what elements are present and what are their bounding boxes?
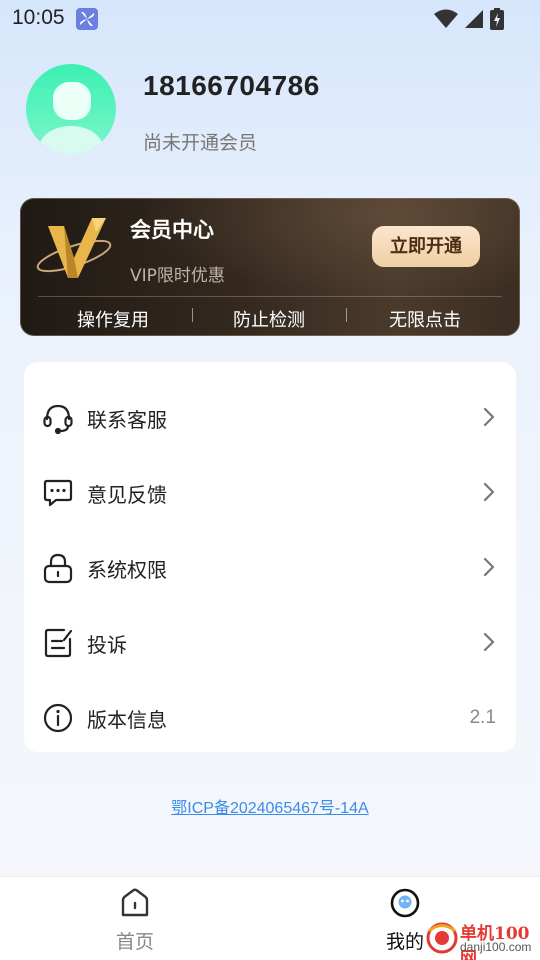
vip-feature-anti-detect: 防止检测: [233, 310, 305, 331]
menu-item-label: 联系客服: [87, 408, 167, 432]
version-number: 2.1: [469, 707, 496, 728]
signal-icon: [464, 9, 484, 33]
activate-vip-button[interactable]: 立即开通: [372, 226, 480, 267]
icp-license-link[interactable]: 鄂ICP备2024065467号-14A: [0, 794, 540, 818]
menu-item-version-info[interactable]: 版本信息 2.1: [24, 680, 516, 755]
home-icon: [119, 887, 151, 919]
menu-item-feedback[interactable]: 意见反馈: [24, 455, 516, 530]
member-status: 尚未开通会员: [143, 132, 258, 154]
watermark-site-url: danji100.com: [460, 940, 532, 954]
tab-home[interactable]: 首页: [75, 887, 195, 954]
battery-icon: [490, 8, 504, 34]
vip-feature-unlimited-click: 无限点击: [389, 310, 461, 331]
menu-item-label: 投诉: [87, 633, 127, 657]
menu-item-label: 意见反馈: [87, 483, 167, 507]
chevron-right-icon: [482, 406, 496, 428]
headset-icon: [42, 402, 74, 435]
menu-card: 联系客服 意见反馈 系统权限 投诉 版本信息 2.1: [24, 362, 516, 752]
watermark-logo-icon: [426, 922, 458, 954]
menu-item-system-permissions[interactable]: 系统权限: [24, 530, 516, 605]
profile-icon: [389, 887, 421, 919]
wifi-icon: [434, 9, 458, 33]
menu-item-label: 版本信息: [87, 708, 167, 732]
tab-label: 首页: [115, 931, 154, 953]
app-fan-icon: [76, 8, 98, 30]
vip-feature-separator: [346, 308, 347, 322]
chevron-right-icon: [482, 481, 496, 503]
menu-item-contact-support[interactable]: 联系客服: [24, 380, 516, 455]
edit-note-icon: [42, 627, 74, 659]
menu-item-complaint[interactable]: 投诉: [24, 605, 516, 680]
status-bar: 10:05: [0, 0, 540, 36]
menu-item-label: 系统权限: [87, 558, 167, 582]
chevron-right-icon: [482, 631, 496, 653]
vip-subtitle: VIP限时优惠: [130, 266, 225, 286]
vip-feature-separator: [192, 308, 193, 322]
vip-divider: [38, 296, 502, 297]
status-icons: [434, 8, 504, 34]
user-phone: 18166704786: [143, 70, 320, 101]
chat-bubble-icon: [42, 477, 74, 509]
vip-card[interactable]: 会员中心 VIP限时优惠 立即开通 操作复用 防止检测 无限点击: [20, 198, 520, 336]
site-watermark: 单机100网 danji100.com: [420, 916, 540, 960]
vip-v-logo-icon: [34, 212, 126, 282]
info-icon: [42, 702, 74, 734]
avatar[interactable]: [26, 64, 116, 154]
vip-title: 会员中心: [130, 218, 214, 242]
lock-icon: [42, 552, 74, 584]
status-time: 10:05: [12, 6, 65, 29]
vip-feature-reuse: 操作复用: [77, 310, 149, 331]
chevron-right-icon: [482, 556, 496, 578]
